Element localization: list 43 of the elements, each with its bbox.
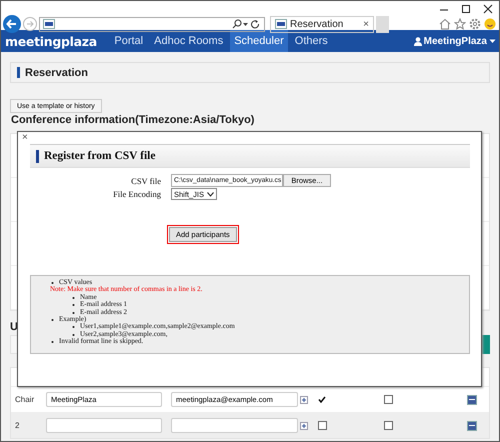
star-icon[interactable] bbox=[454, 18, 466, 30]
row-label: 2 bbox=[14, 421, 20, 430]
remove-button[interactable] bbox=[467, 420, 477, 430]
nav-tab[interactable]: Adhoc Rooms bbox=[150, 30, 228, 52]
field-label: CSV file bbox=[130, 176, 161, 186]
field-label: File Encoding bbox=[112, 188, 161, 198]
nav-tab[interactable]: Portal bbox=[110, 30, 148, 52]
user-menu[interactable]: MeetingPlaza bbox=[424, 36, 487, 46]
section-heading: Conference information(Timezone:Asia/Tokyo) bbox=[11, 114, 256, 126]
user-icon bbox=[414, 36, 422, 46]
nav-tab[interactable]: Scheduler bbox=[230, 30, 288, 52]
name-field[interactable] bbox=[46, 418, 162, 433]
forward-icon[interactable] bbox=[23, 17, 37, 31]
check-icon bbox=[318, 396, 326, 403]
dialog-title: Register from CSV file bbox=[44, 150, 156, 162]
browser-tab[interactable]: Reservation × bbox=[270, 16, 374, 32]
add-icon[interactable] bbox=[300, 396, 308, 404]
email-field[interactable] bbox=[171, 418, 298, 433]
checkbox[interactable] bbox=[384, 395, 393, 404]
checkbox[interactable] bbox=[318, 421, 327, 430]
chevron-icon bbox=[207, 192, 214, 196]
search-icon[interactable] bbox=[232, 19, 242, 29]
close-button[interactable]: × bbox=[22, 132, 28, 143]
gear-icon[interactable] bbox=[469, 18, 481, 30]
address-bar[interactable] bbox=[39, 16, 265, 32]
close-icon[interactable] bbox=[483, 4, 493, 14]
maximize-icon[interactable] bbox=[461, 4, 471, 14]
refresh-icon[interactable] bbox=[249, 19, 261, 29]
tab-close-button[interactable]: × bbox=[363, 18, 369, 30]
title-marker bbox=[17, 67, 20, 78]
nav-tab[interactable]: Others bbox=[290, 30, 332, 52]
tab-title: Reservation bbox=[290, 18, 344, 30]
back-icon[interactable] bbox=[3, 15, 21, 33]
smiley-icon[interactable] bbox=[484, 18, 496, 30]
title-marker bbox=[36, 150, 39, 162]
row-label: Chair bbox=[14, 395, 36, 404]
checkbox[interactable] bbox=[384, 421, 393, 430]
add-icon[interactable] bbox=[300, 422, 308, 430]
home-icon[interactable] bbox=[439, 18, 451, 30]
remove-button[interactable] bbox=[467, 394, 477, 404]
logo: meetingplaza bbox=[4, 32, 98, 51]
caret-icon[interactable] bbox=[489, 38, 496, 44]
page-title: Reservation bbox=[25, 66, 88, 78]
